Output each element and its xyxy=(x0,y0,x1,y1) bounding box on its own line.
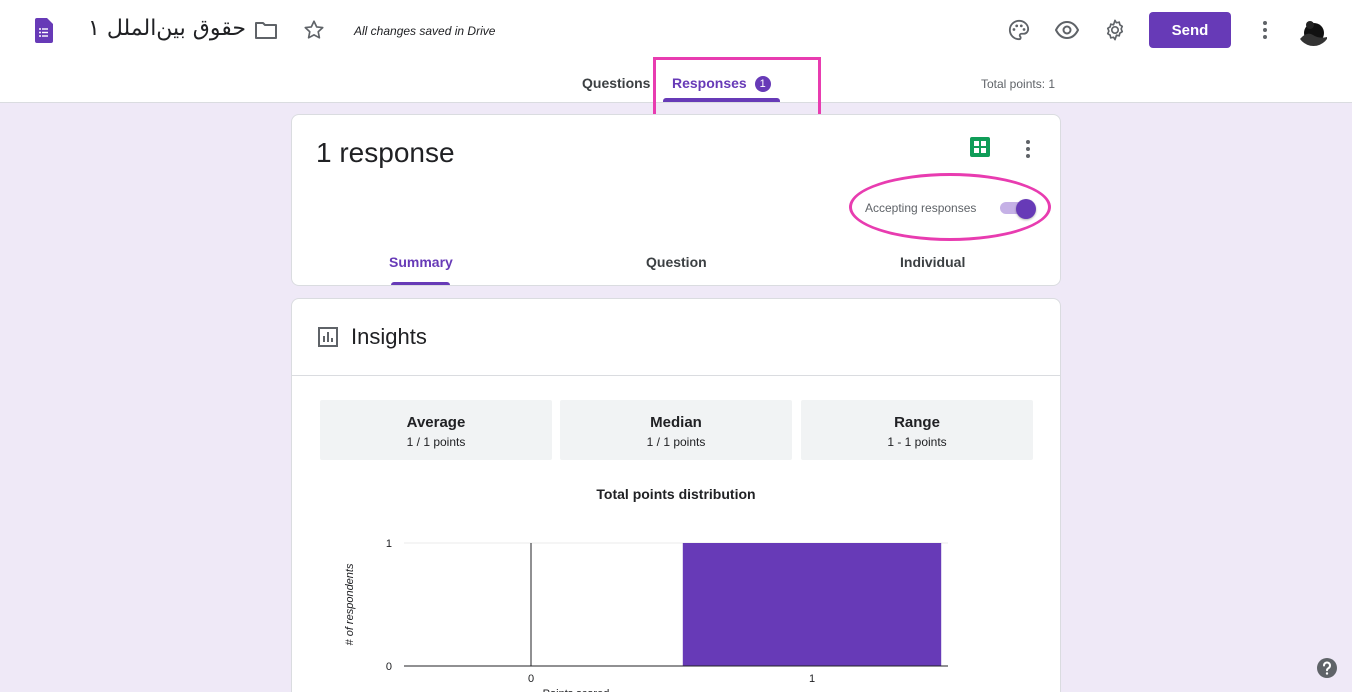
total-points: Total points: 1 xyxy=(981,77,1056,91)
active-tab-indicator xyxy=(663,98,780,102)
insights-chart-icon xyxy=(318,327,338,347)
forms-logo-icon[interactable] xyxy=(35,18,53,43)
stat-value: 1 / 1 points xyxy=(646,435,706,449)
insights-divider xyxy=(292,375,1060,376)
stat-label: Range xyxy=(894,414,940,431)
save-status: All changes saved in Drive xyxy=(354,24,496,38)
accepting-responses-toggle[interactable] xyxy=(998,199,1036,219)
stat-value: 1 / 1 points xyxy=(406,435,466,449)
tab-question[interactable]: Question xyxy=(646,254,707,270)
sheets-icon[interactable] xyxy=(970,137,990,157)
x-tick-label: 1 xyxy=(809,673,815,685)
avatar[interactable] xyxy=(1297,13,1330,46)
insights-title: Insights xyxy=(351,324,427,349)
stat-label: Average xyxy=(406,414,466,431)
star-icon[interactable] xyxy=(300,16,328,44)
accepting-responses-label: Accepting responses xyxy=(865,201,977,215)
summary-tab-indicator xyxy=(391,282,450,285)
send-button[interactable]: Send xyxy=(1149,12,1231,48)
bar xyxy=(682,543,942,666)
app-header: حقوق بين‌الملل ۱ All changes saved in Dr… xyxy=(0,0,1352,103)
folder-icon[interactable] xyxy=(252,16,280,44)
responses-count-badge: 1 xyxy=(754,76,771,92)
stat-range: Range 1 - 1 points xyxy=(801,400,1033,460)
x-axis-label: Points scored xyxy=(543,688,610,692)
tab-summary[interactable]: Summary xyxy=(389,254,453,270)
palette-icon[interactable] xyxy=(1005,16,1033,44)
points-distribution-chart: # of respondents Points scored 0 1 0 1 xyxy=(344,538,948,692)
stat-value: 1 - 1 points xyxy=(887,435,947,449)
stat-median: Median 1 / 1 points xyxy=(560,400,792,460)
help-icon[interactable] xyxy=(1316,657,1338,679)
insights-card: Insights Average 1 / 1 points Median 1 /… xyxy=(291,298,1061,692)
responses-summary-card: 1 response Accepting responses Summary Q… xyxy=(291,114,1061,286)
chart-title: Total points distribution xyxy=(596,486,756,502)
stat-label: Median xyxy=(650,414,702,431)
eye-icon[interactable] xyxy=(1053,16,1081,44)
stat-average: Average 1 / 1 points xyxy=(320,400,552,460)
toggle-thumb xyxy=(1016,199,1036,219)
y-tick-label: 0 xyxy=(386,661,392,673)
tab-responses[interactable]: Responses 1 xyxy=(672,75,771,92)
y-tick-label: 1 xyxy=(386,538,392,550)
card-more-vert-icon[interactable] xyxy=(1014,135,1042,163)
x-tick-label: 0 xyxy=(528,673,534,685)
gear-icon[interactable] xyxy=(1101,16,1129,44)
document-title[interactable]: حقوق بين‌الملل ۱ xyxy=(88,16,246,41)
more-vert-icon[interactable] xyxy=(1251,16,1279,44)
response-count: 1 response xyxy=(316,137,455,168)
tab-questions[interactable]: Questions xyxy=(582,75,650,91)
tab-individual[interactable]: Individual xyxy=(900,254,965,270)
y-axis-label: # of respondents xyxy=(344,563,356,645)
